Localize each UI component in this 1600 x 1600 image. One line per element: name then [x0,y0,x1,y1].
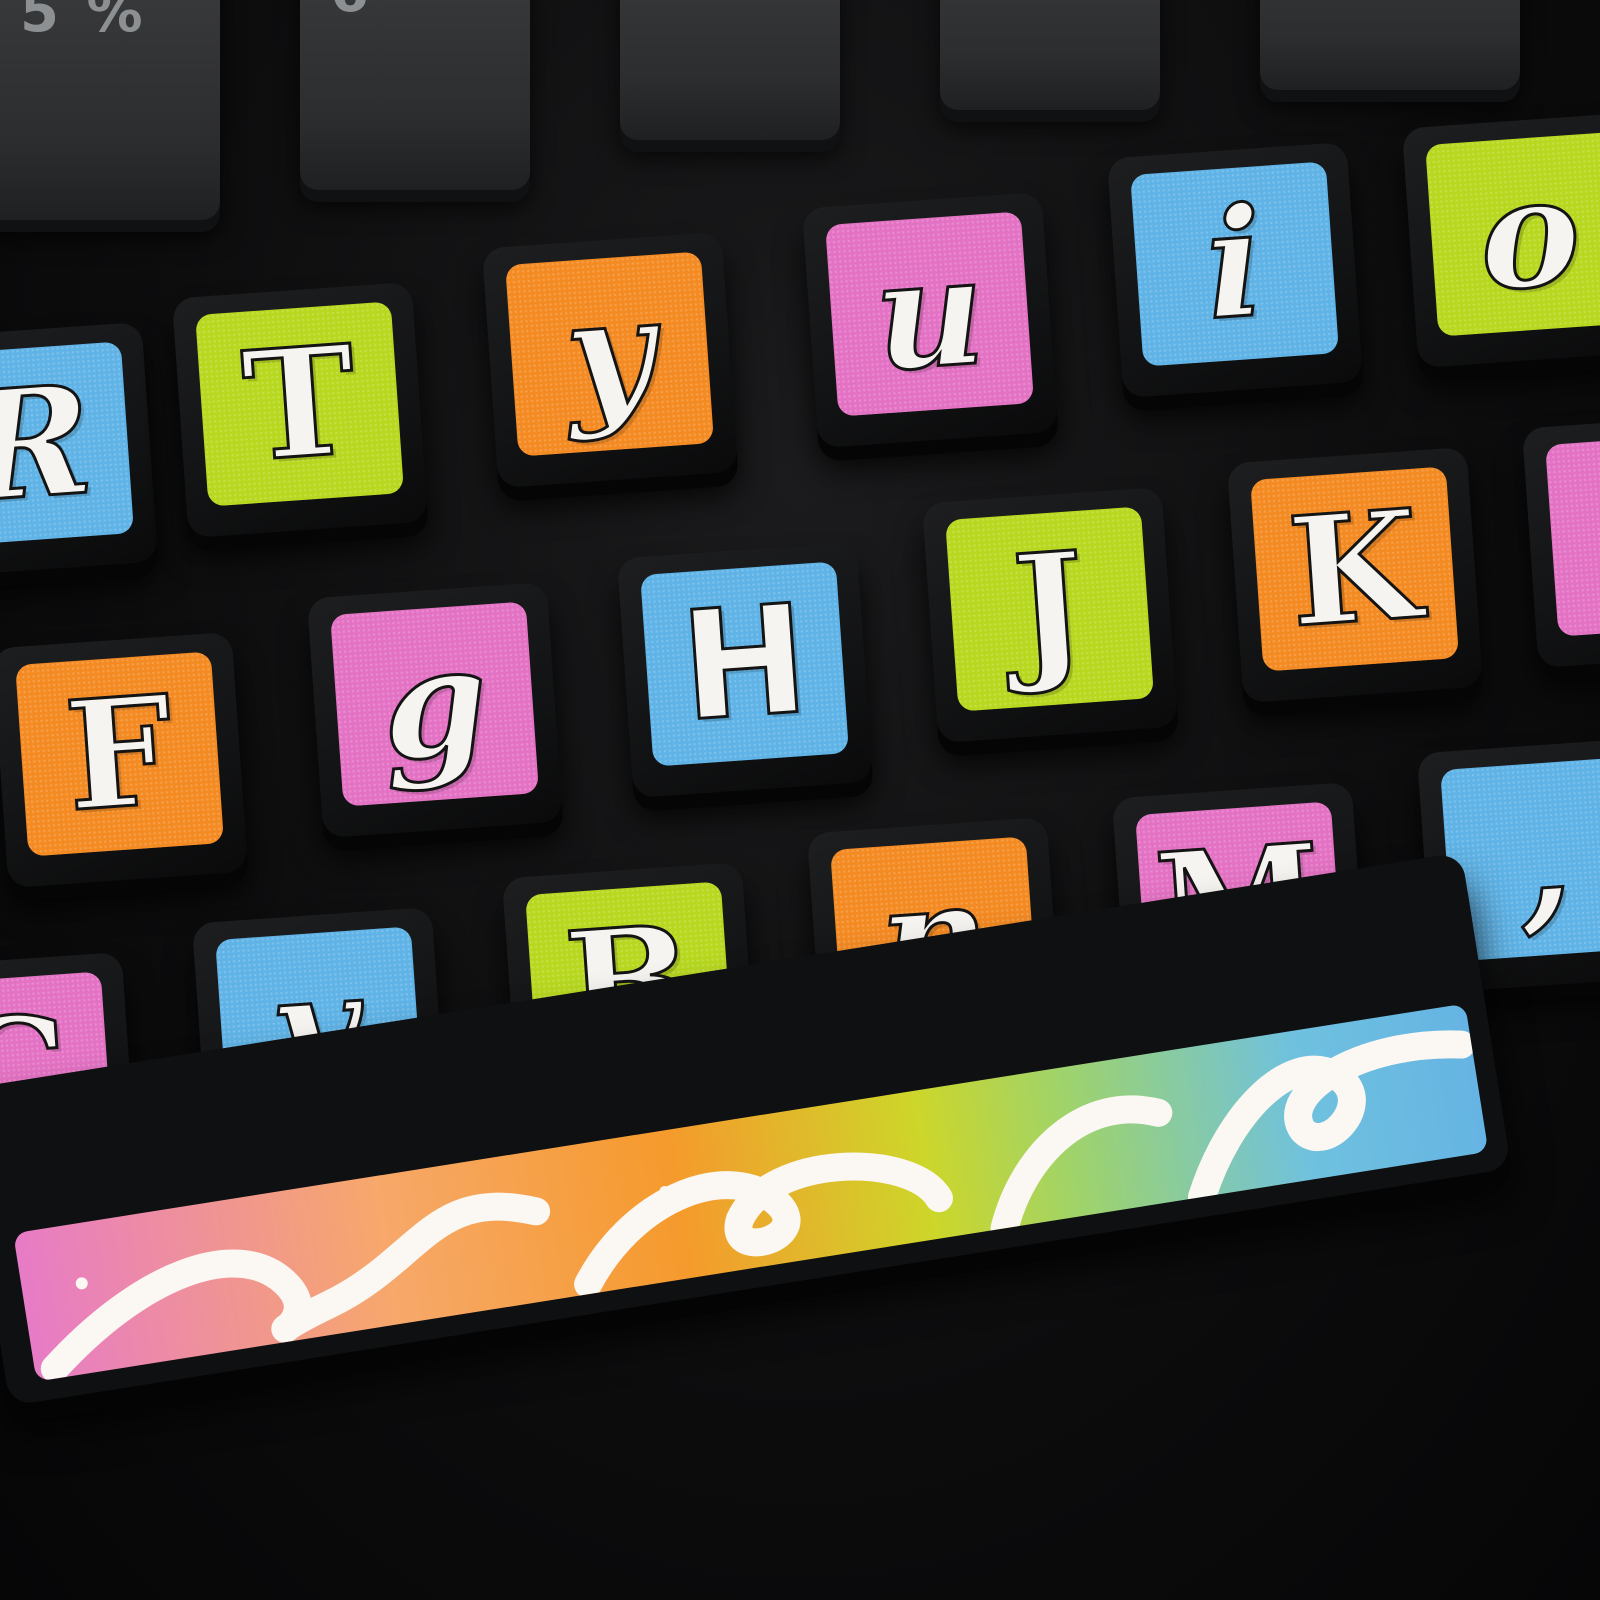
key-k-legend: K [1282,475,1427,663]
key-u[interactable]: u [801,191,1059,449]
key-y-sticker: y [505,251,715,457]
key-5[interactable]: 5 % [0,0,220,220]
key-9[interactable] [1260,0,1520,90]
key-t[interactable]: T [171,281,429,539]
key-5-legend: 5 % [20,0,147,45]
key-k[interactable]: K [1226,446,1484,704]
key-i-legend: i [1199,173,1271,356]
key-g-sticker: g [330,601,540,807]
key-i[interactable]: i [1106,141,1364,399]
key-j-legend: J [1007,517,1093,701]
key-o-legend: o [1472,141,1587,327]
key-l[interactable]: l [1521,411,1600,669]
key-f-sticker: F [15,651,225,857]
key-r-sticker: R [0,341,135,547]
key-j[interactable]: J [921,486,1179,744]
key-u-legend: u [868,221,992,407]
key-g[interactable]: g [306,581,564,839]
key-k-sticker: K [1250,466,1460,672]
key-l-sticker: l [1545,431,1600,637]
key-6-legend: 6 [330,0,373,25]
key-h-legend: H [674,571,814,756]
key-y[interactable]: y [481,231,739,489]
key-h-sticker: H [640,561,850,767]
key-g-legend: g [375,611,495,797]
key-o[interactable]: o [1401,111,1600,369]
keyboard-photo: 5 % 6 RTyuioFgHJKlCvBnM, [0,0,1600,1600]
key-f-legend: F [59,661,181,847]
key-r-legend: R [0,350,99,537]
key-y-legend: y [558,262,660,447]
key-8[interactable] [940,0,1160,110]
key-o-sticker: o [1425,131,1600,337]
key-f[interactable]: F [0,631,249,889]
key-6[interactable]: 6 [300,0,530,190]
key-i-sticker: i [1130,161,1340,367]
key-7[interactable] [620,0,840,140]
key-t-sticker: T [195,301,405,507]
key-t-legend: T [236,311,363,497]
key-j-sticker: J [945,506,1155,712]
key-u-sticker: u [825,211,1035,417]
key-r[interactable]: R [0,321,159,579]
key-h[interactable]: H [616,541,874,799]
key-comma-legend: , [1511,768,1578,950]
